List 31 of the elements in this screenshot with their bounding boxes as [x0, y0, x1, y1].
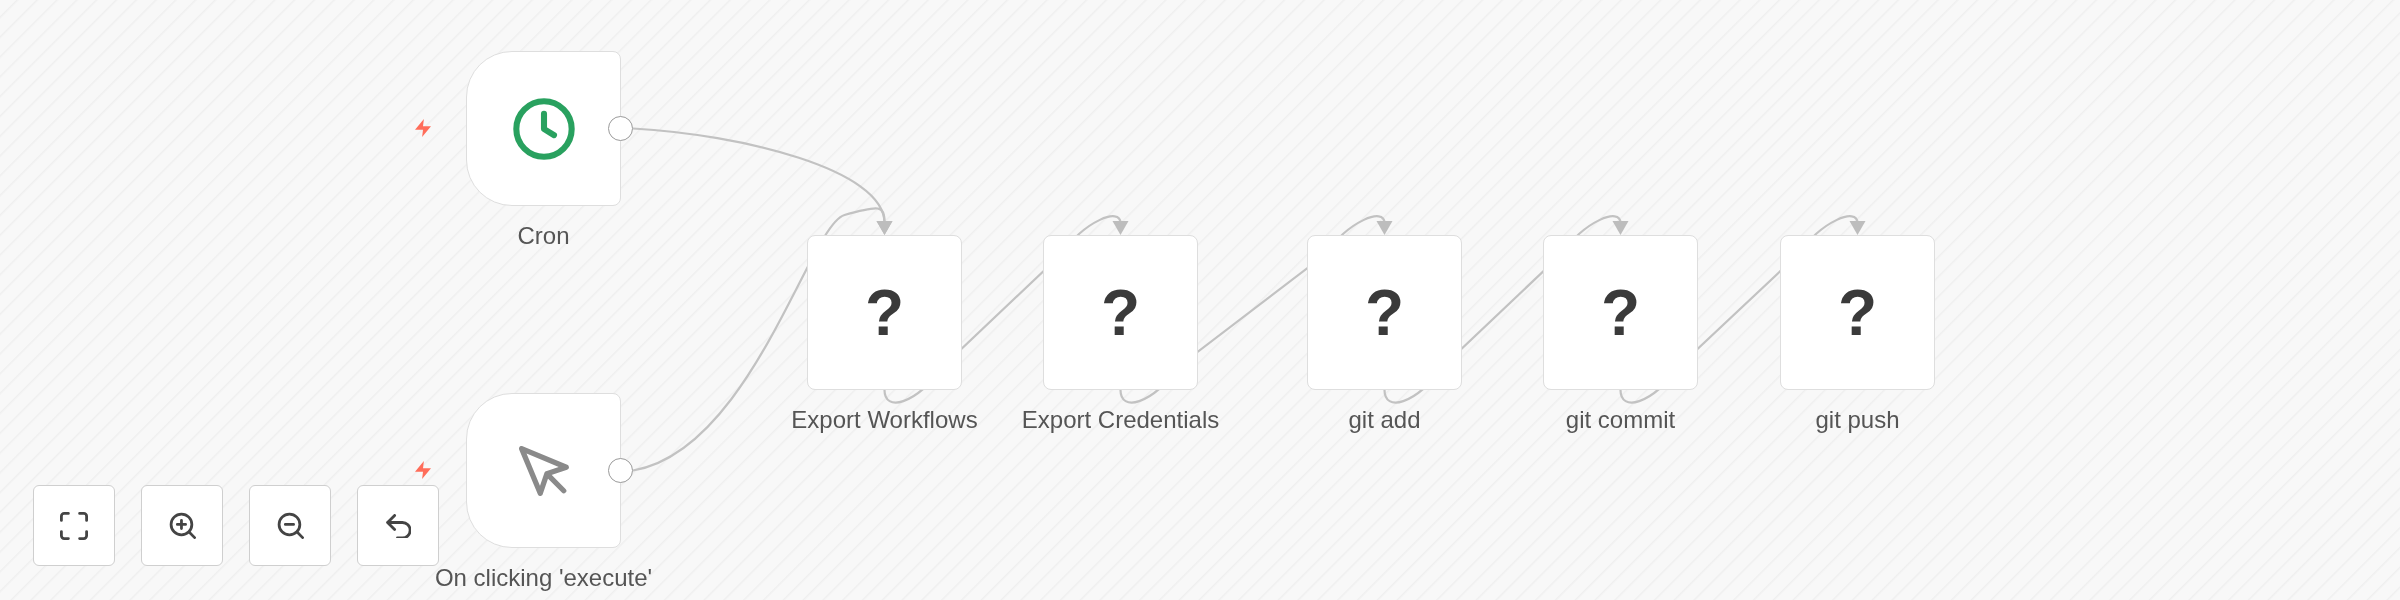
node-label: git commit: [1565, 406, 1676, 434]
node-label: Cron: [517, 222, 570, 250]
question-mark-icon: ?: [1100, 280, 1141, 345]
workflow-node[interactable]: ?: [807, 235, 962, 390]
workflow-node[interactable]: ?: [1780, 235, 1935, 390]
clock-icon: [512, 97, 575, 160]
question-mark-icon: ?: [1600, 280, 1641, 345]
lightning-bolt-icon: [415, 459, 431, 481]
node-label: git add: [1348, 406, 1421, 434]
zoom-out-icon: [276, 512, 304, 539]
lightning-bolt-icon: [415, 117, 431, 139]
question-mark-icon: ?: [1364, 280, 1405, 345]
node-label: On clicking 'execute': [434, 564, 653, 592]
node-label: Export Credentials: [1021, 406, 1220, 434]
question-mark-icon: ?: [864, 280, 905, 345]
zoom-in-button[interactable]: [141, 485, 223, 566]
zoom-in-icon: [168, 512, 196, 539]
node-label: Export Workflows: [791, 406, 978, 434]
zoom-out-button[interactable]: [249, 485, 331, 566]
trigger-node[interactable]: [466, 51, 621, 206]
node-label: git push: [1815, 406, 1900, 434]
workflow-node[interactable]: ?: [1543, 235, 1698, 390]
workflow-node[interactable]: ?: [1043, 235, 1198, 390]
undo-icon: [385, 513, 411, 538]
cursor-arrow-icon: [518, 445, 569, 496]
trigger-node[interactable]: [466, 393, 621, 548]
question-mark-icon: ?: [1837, 280, 1878, 345]
fit-view-button[interactable]: [33, 485, 115, 566]
frame-corners-icon: [60, 511, 88, 540]
reset-zoom-button[interactable]: [357, 485, 439, 566]
workflow-node[interactable]: ?: [1307, 235, 1462, 390]
